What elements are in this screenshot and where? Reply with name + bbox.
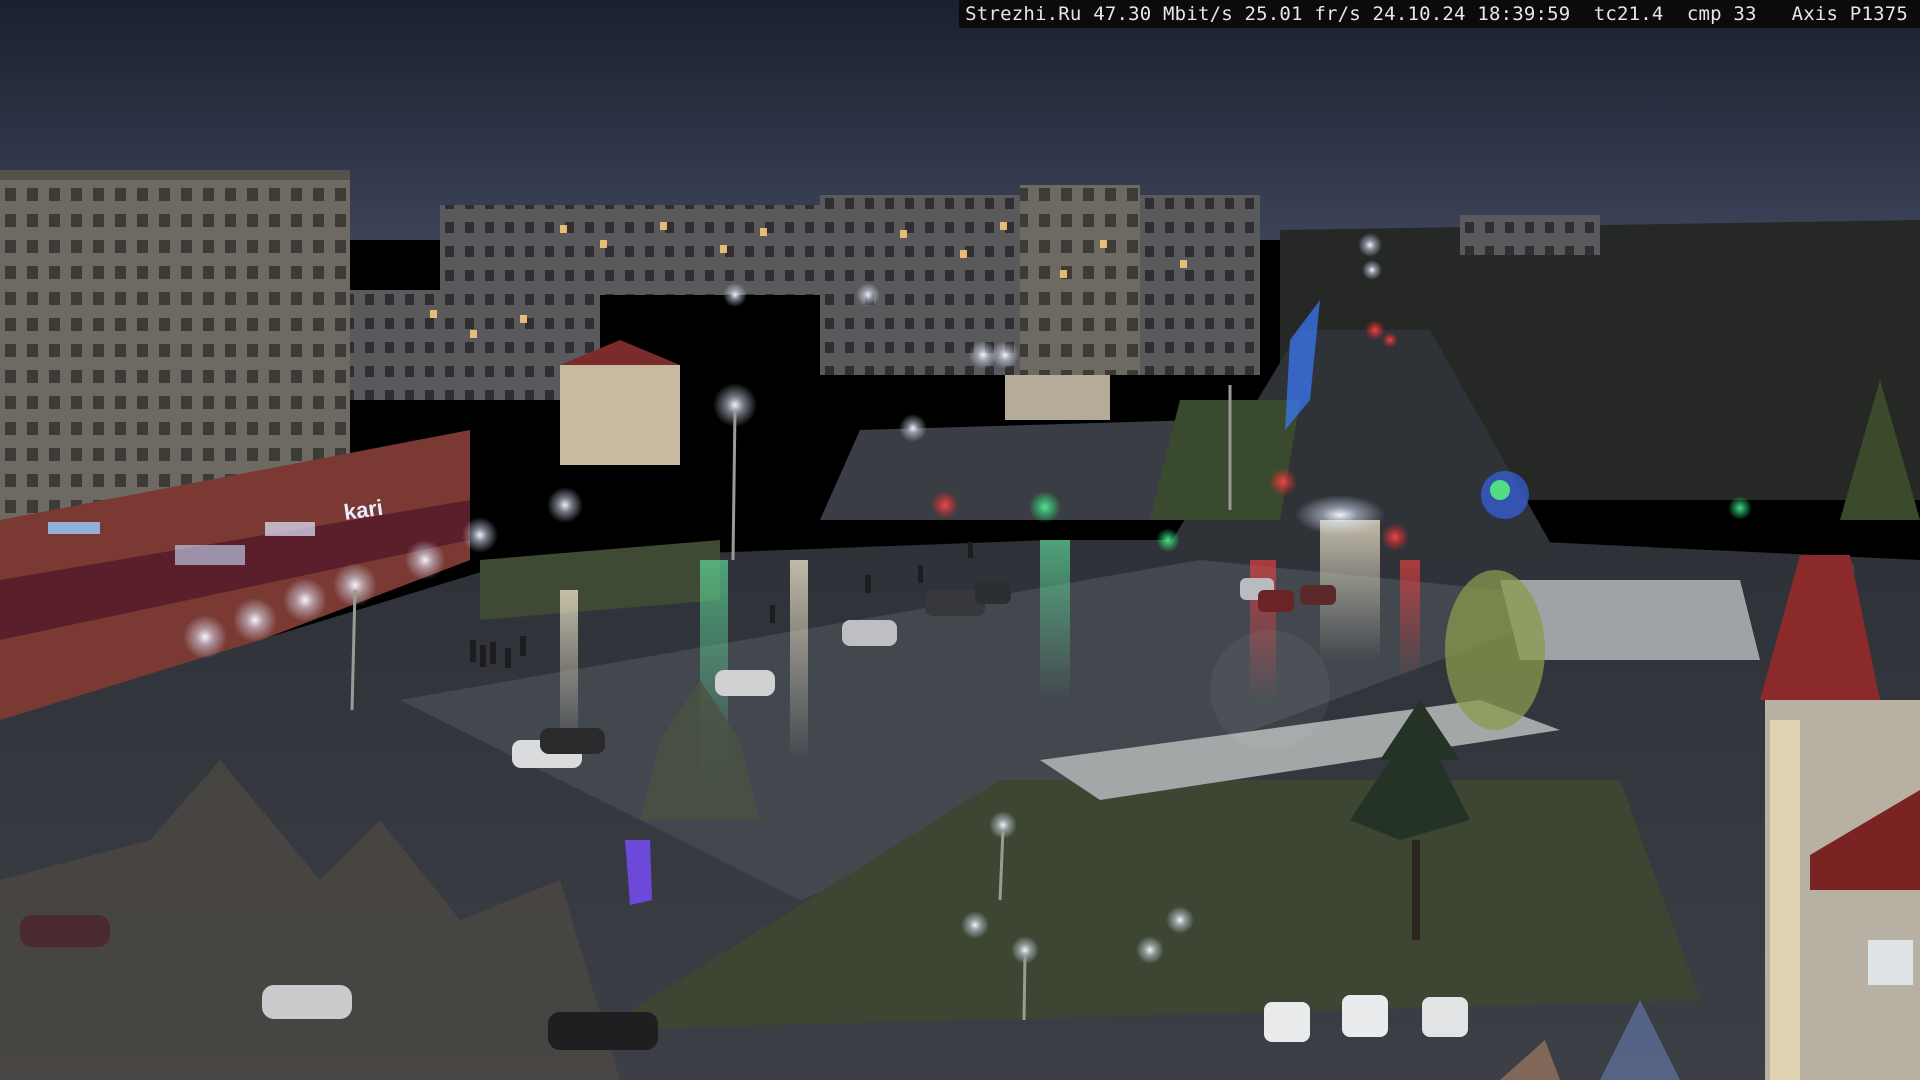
camera-info-overlay: Strezhi.Ru 47.30 Mbit/s 25.01 fr/s 24.10… [959, 0, 1920, 28]
overlay-site: Strezhi.Ru [965, 3, 1082, 25]
webcam-scene: kari [0, 0, 1920, 1080]
avenue-lamp [1358, 233, 1382, 257]
overlay-camera: Axis P1375 [1791, 3, 1908, 25]
overlay-date: 24.10.24 [1372, 3, 1466, 25]
overlay-tc: tc21.4 [1593, 3, 1664, 25]
overlay-framerate: 25.01 fr/s [1244, 3, 1361, 25]
overlay-bitrate: 47.30 Mbit/s [1093, 3, 1233, 25]
overlay-time: 18:39:59 [1477, 3, 1571, 25]
overlay-cmp: cmp 33 [1686, 3, 1757, 25]
